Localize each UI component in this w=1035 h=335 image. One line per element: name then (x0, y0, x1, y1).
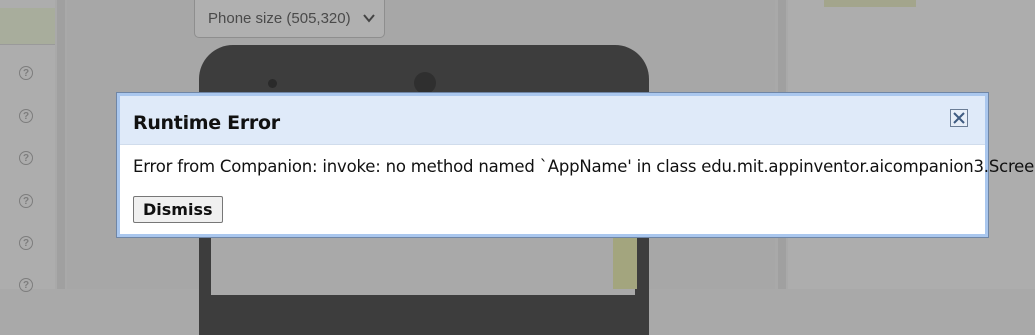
error-message: Error from Companion: invoke: no method … (133, 157, 1035, 176)
help-icon[interactable]: ? (19, 278, 33, 292)
phone-size-value: Phone size (505,320) (208, 10, 351, 27)
help-icon[interactable]: ? (19, 66, 33, 80)
phone-camera-icon (268, 79, 277, 88)
palette-panel: ? ? ? ? ? ? (0, 0, 55, 292)
help-icon[interactable]: ? (19, 236, 33, 250)
panel-divider (57, 0, 65, 289)
palette-header (0, 8, 55, 45)
close-icon (953, 112, 965, 124)
dismiss-button[interactable]: Dismiss (133, 196, 223, 223)
runtime-error-dialog: Runtime Error Error from Companion: invo… (116, 92, 1035, 238)
help-icon[interactable]: ? (19, 194, 33, 208)
dialog-header: Runtime Error (120, 96, 985, 145)
phone-size-select[interactable]: Phone size (505,320) (194, 0, 385, 38)
help-icon[interactable]: ? (19, 109, 33, 123)
help-icon[interactable]: ? (19, 151, 33, 165)
chevron-down-icon (363, 14, 375, 23)
close-button[interactable] (950, 109, 968, 127)
dialog-title: Runtime Error (133, 112, 280, 134)
phone-screen-scrollbar (613, 236, 637, 289)
phone-speaker-icon (414, 72, 436, 94)
phone-screen (211, 235, 635, 295)
selected-component-highlight (824, 0, 916, 7)
